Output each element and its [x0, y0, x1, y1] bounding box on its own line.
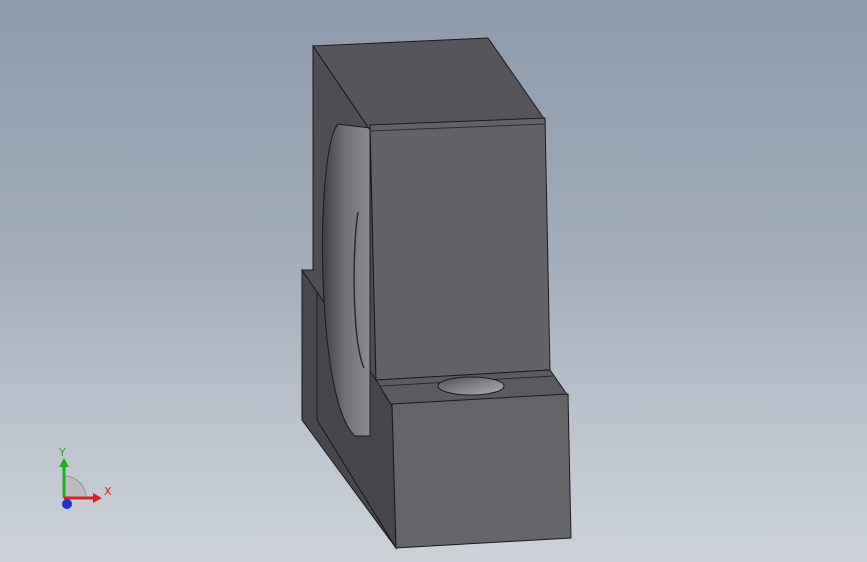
- triad-arc: [63, 475, 87, 499]
- graphics-viewport[interactable]: X Y: [0, 0, 867, 562]
- y-axis-arrow: [59, 458, 69, 467]
- mounting-hole: [437, 376, 505, 396]
- step-front-face: [391, 393, 572, 549]
- 3d-model[interactable]: [0, 0, 867, 562]
- upper-front-face: [369, 117, 551, 381]
- x-axis-arrow: [93, 493, 102, 503]
- y-axis-label: Y: [58, 446, 66, 459]
- axis-triad: X Y: [58, 446, 112, 509]
- z-axis-dot: [62, 499, 72, 509]
- x-axis-label: X: [104, 485, 112, 498]
